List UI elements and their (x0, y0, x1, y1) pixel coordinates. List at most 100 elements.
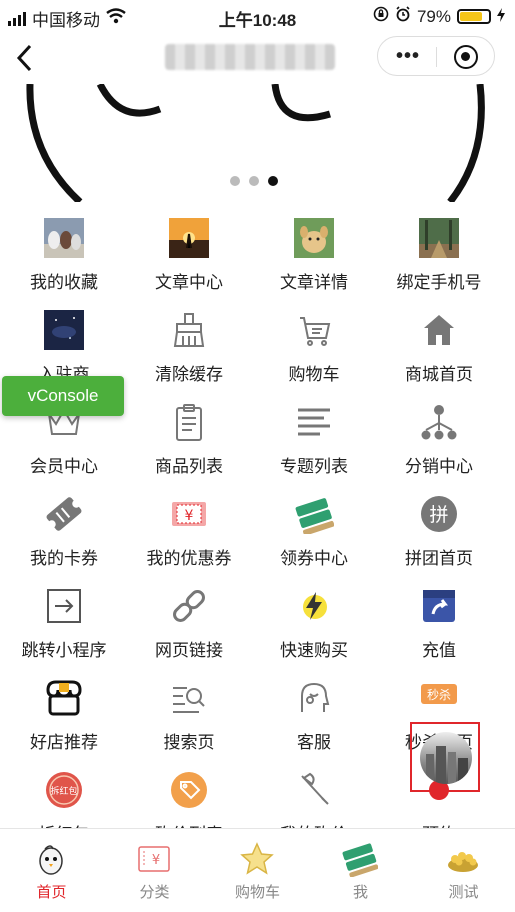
flash-sale-icon: 秒杀 (419, 678, 459, 718)
puppy-photo-icon (294, 218, 334, 258)
tab-3[interactable]: 我 (309, 829, 412, 912)
tab-4[interactable]: 测试 (412, 829, 515, 912)
more-icon[interactable]: ••• (396, 46, 420, 66)
grid-item[interactable]: 领券中心 (250, 486, 378, 578)
search-list-icon (169, 678, 209, 718)
grid-item-label: 商城首页 (405, 365, 473, 384)
chevron-left-icon (16, 44, 32, 72)
grid-item[interactable]: 充值 (375, 578, 503, 670)
tab-0[interactable]: 首页 (0, 829, 103, 912)
grid-item[interactable]: 快速购买 (250, 578, 378, 670)
grid-item-label: 文章详情 (280, 273, 348, 292)
battery-fill (460, 12, 483, 21)
network-icon (419, 402, 459, 442)
space-photo-icon (44, 310, 84, 350)
tab-1[interactable]: ¥ 分类 (103, 829, 206, 912)
home-icon (419, 310, 459, 350)
svg-text:拆红包: 拆红包 (50, 785, 77, 797)
grid-item[interactable]: 客服 (250, 670, 378, 762)
grid-item-label: 快速购买 (280, 641, 348, 660)
grid-item[interactable]: 拼拼团首页 (375, 486, 503, 578)
coupon-icon: ¥ (136, 841, 172, 877)
grid-item[interactable]: 搜索页 (125, 670, 253, 762)
lightning-icon (294, 586, 334, 626)
red-packet-icon: 拆红包 (44, 770, 84, 810)
grid-item-label: 我的收藏 (30, 273, 98, 292)
tab-label: 购物车 (234, 884, 280, 901)
grid-item[interactable]: 分销中心 (375, 394, 503, 486)
grid-item[interactable]: 文章中心 (125, 210, 253, 302)
grid-item-label: 购物车 (288, 365, 340, 384)
grid-item-label: 商品列表 (155, 457, 223, 476)
grid-item-label: 拼团首页 (405, 549, 473, 568)
link-icon (169, 586, 209, 626)
sunset-photo-icon (169, 218, 209, 258)
grid-item[interactable]: 商城首页 (375, 302, 503, 394)
grid-item-label: 绑定手机号 (396, 273, 482, 292)
grid-item[interactable]: 商品列表 (125, 394, 253, 486)
coupon-yen-icon: ¥ (169, 494, 209, 534)
coupon-stack-icon (294, 494, 335, 536)
bargain-tag-icon (169, 770, 209, 810)
miniprogram-capsule: ••• (377, 36, 495, 76)
grid-item-label: 会员中心 (30, 457, 98, 476)
grid-item-label: 搜索页 (163, 733, 215, 752)
list-lines-icon (294, 402, 334, 442)
recharge-icon (419, 586, 459, 626)
group-buy-icon: 拼 (419, 494, 459, 534)
grid-item[interactable]: ¥ 我的优惠券 (125, 486, 253, 578)
banner-carousel[interactable] (10, 84, 505, 202)
grid-item-label: 我的优惠券 (146, 549, 232, 568)
grid-item-label: 专题列表 (280, 457, 348, 476)
cart-icon (294, 310, 334, 350)
capsule-divider (436, 47, 437, 67)
ticket-icon (44, 494, 84, 534)
star-icon (239, 841, 275, 877)
grid-item[interactable]: 文章详情 (250, 210, 378, 302)
battery-icon (457, 9, 491, 24)
grid-item[interactable]: 购物车 (250, 302, 378, 394)
vconsole-button[interactable]: vConsole (2, 376, 124, 416)
jump-icon (44, 586, 84, 626)
grid-item-label: 跳转小程序 (21, 641, 107, 660)
dogs-photo-icon (44, 218, 84, 258)
grid-item-label: 网页链接 (155, 641, 223, 660)
grid-item[interactable]: 好店推荐 (0, 670, 128, 762)
tab-label: 我 (352, 884, 368, 901)
clipboard-icon (169, 402, 209, 442)
status-right: 79% (373, 6, 505, 27)
grid-item[interactable]: 专题列表 (250, 394, 378, 486)
rotation-lock-icon (373, 6, 389, 27)
grid-item[interactable]: 绑定手机号 (375, 210, 503, 302)
svg-text:¥: ¥ (185, 508, 194, 524)
grid-item-label: 我的卡券 (30, 549, 98, 568)
tab-bar: 首页 ¥ 分类 购物车 我 测试 (0, 828, 515, 912)
grid-item[interactable]: 网页链接 (125, 578, 253, 670)
chick-icon (33, 841, 69, 877)
grid-item-label: 充值 (422, 641, 456, 660)
tab-2[interactable]: 购物车 (206, 829, 309, 912)
grid-item-label: 好店推荐 (30, 733, 98, 752)
grid-item-label: 文章中心 (155, 273, 223, 292)
svg-text:秒杀: 秒杀 (427, 687, 451, 702)
carousel-dot-active (268, 176, 278, 186)
alarm-icon (395, 6, 411, 27)
tab-label: 测试 (448, 884, 479, 901)
forest-photo-icon (419, 218, 459, 258)
shop-icon (44, 678, 84, 718)
tab-label: 分类 (139, 884, 170, 901)
grid-item[interactable]: 我的收藏 (0, 210, 128, 302)
carousel-indicator (230, 176, 278, 186)
grid-item[interactable]: 跳转小程序 (0, 578, 128, 670)
floating-avatar-highlight[interactable] (410, 722, 480, 792)
back-button[interactable] (12, 40, 42, 76)
grid-item-label: 清除缓存 (155, 365, 223, 384)
close-target-icon[interactable] (454, 45, 478, 69)
grid-item[interactable]: 我的卡券 (0, 486, 128, 578)
food-bowl-icon (445, 841, 481, 877)
customer-service-icon (294, 678, 334, 718)
grid-item-label: 分销中心 (405, 457, 473, 476)
svg-text:拼: 拼 (429, 504, 448, 526)
grid-item[interactable]: 清除缓存 (125, 302, 253, 394)
carousel-dot (249, 176, 259, 186)
